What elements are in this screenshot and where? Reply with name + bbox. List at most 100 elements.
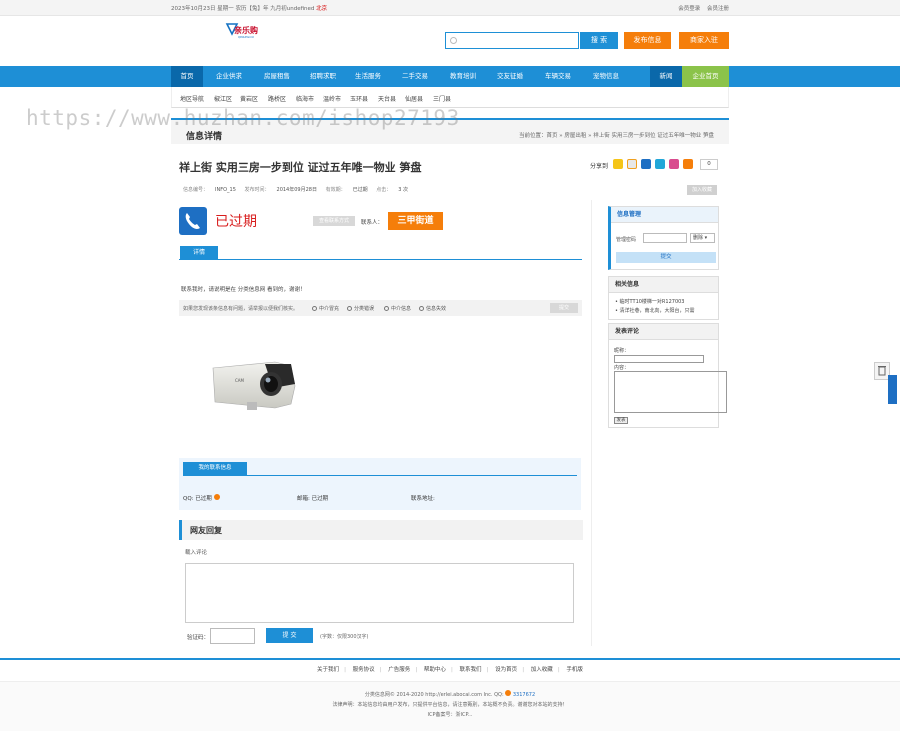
sidebar-manage-box: 信息管理 管理密码 删除 ▾ 提交: [608, 206, 719, 270]
share-qzone-icon[interactable]: [613, 159, 623, 169]
meta-date-label: 发布时间：: [244, 187, 270, 193]
nav-item-jobs[interactable]: 招聘求职: [301, 66, 345, 87]
manage-action-value: 删除: [693, 235, 704, 241]
content-textarea[interactable]: [614, 371, 727, 413]
share-weibo-icon[interactable]: [627, 159, 637, 169]
nav-item-business[interactable]: 企业供求: [205, 66, 253, 87]
footer-link-ads[interactable]: 广告服务: [388, 667, 410, 673]
region-item[interactable]: 天台县: [378, 94, 396, 103]
manage-submit-button[interactable]: 提交: [616, 252, 716, 263]
report-option-label: 中介冒充: [319, 306, 340, 312]
user-links: 会员登录 会员注册: [673, 4, 729, 12]
char-limit-note: (字数：仅限300汉字): [320, 634, 369, 640]
post-title: 祥上街 实用三房一步到位 证过五年唯一物业 笋盘: [179, 161, 422, 174]
footer-link-contact[interactable]: 联系我们: [460, 667, 482, 673]
share-renren-icon[interactable]: [641, 159, 651, 169]
contact-panel-line: [183, 475, 577, 476]
product-image: CAM: [205, 358, 300, 418]
meta-valid-value: 已过期: [352, 187, 368, 193]
footer-qq[interactable]: 3317672: [513, 692, 535, 698]
sidebar-related-title: 相关信息: [609, 277, 718, 293]
report-option-label: 中介信息: [391, 306, 412, 312]
report-row: 如果您发现该条信息有问题，请举报以便我们核实。 中介冒充 分类错误 中介信息 信…: [179, 300, 582, 316]
related-item[interactable]: • 清洋社巷，南北向，大阳台，只需: [615, 307, 695, 314]
addr-label: 联系地址:: [411, 496, 435, 502]
login-link[interactable]: 会员登录: [678, 6, 700, 12]
contact-panel: 我的联系信息 QQ: 已过期 邮箱: 已过期 联系地址:: [179, 458, 581, 510]
meta-views-value: 3 次: [398, 187, 408, 193]
contact-panel-tab[interactable]: 我的联系信息: [183, 462, 247, 475]
add-favorite-button[interactable]: 加入收藏: [687, 185, 717, 195]
search-button[interactable]: 搜 索: [580, 32, 618, 49]
register-link[interactable]: 会员注册: [707, 6, 729, 12]
share-kaixin-icon[interactable]: [669, 159, 679, 169]
footer-links: 关于我们 | 服务协议 | 广告服务 | 帮助中心 | 联系我们 | 设为首页 | 加入收藏…: [317, 667, 583, 673]
search-box[interactable]: [445, 32, 579, 49]
contact-notice: 联系我时，请说明是在 分类信息网 看到的，谢谢！: [181, 287, 306, 293]
contact-name: 三甲街道: [388, 212, 443, 230]
footer-link-favorite[interactable]: 加入收藏: [531, 667, 553, 673]
float-online-service[interactable]: [888, 375, 897, 404]
sidebar-related-box: 相关信息 • 临时TT10楼梯一对R127003 • 清洋社巷，南北向，大阳台，…: [608, 276, 719, 320]
qq-field: QQ: 已过期: [183, 494, 220, 502]
search-input[interactable]: [460, 34, 576, 47]
manage-password-input[interactable]: [643, 233, 687, 243]
region-item[interactable]: 椒江区: [214, 94, 232, 103]
footer-link-homepage[interactable]: 设为首页: [495, 667, 517, 673]
nav-item-life[interactable]: 生活服务: [345, 66, 391, 87]
report-option[interactable]: 分类错误: [347, 305, 374, 312]
report-option[interactable]: 中介信息: [384, 305, 411, 312]
nav-item-vehicles[interactable]: 车辆交易: [533, 66, 583, 87]
copyright-text: 分类信息网© 2014-2020 http://erlei.abocai.com…: [364, 692, 504, 698]
nav-item-secondhand[interactable]: 二手交易: [391, 66, 439, 87]
nav-item-housing[interactable]: 房屋租售: [253, 66, 301, 87]
main-nav: 首页 企业供求 房屋租售 招聘求职 生活服务 二手交易 教育培训 交友征婚 车辆…: [0, 66, 900, 87]
sidebar-manage-title: 信息管理: [611, 207, 718, 223]
manage-action-select[interactable]: 删除 ▾: [690, 233, 715, 243]
nickname-input[interactable]: [614, 355, 704, 363]
region-item[interactable]: 温岭市: [323, 94, 341, 103]
region-item[interactable]: 玉环县: [350, 94, 368, 103]
nickname-label: 昵称：: [614, 348, 630, 354]
qq-icon[interactable]: [213, 494, 220, 500]
breadcrumb[interactable]: 当前位置：首页 » 房屋出租 » 祥上街 实用三房一步到位 证过五年唯一物业 笋…: [519, 131, 714, 139]
region-item[interactable]: 黄岩区: [240, 94, 258, 103]
tab-detail[interactable]: 详情: [180, 246, 218, 259]
footer-icp[interactable]: ICP备案号：浙ICP...: [0, 710, 900, 720]
region-item[interactable]: 仙居县: [405, 94, 423, 103]
expired-status: 已过期: [215, 214, 257, 230]
report-submit-button[interactable]: 提交: [550, 303, 578, 313]
related-item[interactable]: • 临时TT10楼梯一对R127003: [615, 298, 685, 305]
sidebar-send-button[interactable]: 发表: [614, 417, 628, 424]
footer-link-terms[interactable]: 服务协议: [353, 667, 375, 673]
footer-link-about[interactable]: 关于我们: [317, 667, 339, 673]
nav-item-education[interactable]: 教育培训: [439, 66, 487, 87]
logo-subtext: QINLEGOU: [238, 35, 254, 39]
view-contact-button[interactable]: 查看联系方式: [313, 216, 355, 226]
share-icons: [613, 159, 697, 171]
nav-business-home[interactable]: 企业首页: [682, 66, 729, 87]
comment-textarea[interactable]: [185, 563, 574, 623]
region-item[interactable]: 路桥区: [268, 94, 286, 103]
nav-item-dating[interactable]: 交友征婚: [487, 66, 533, 87]
comment-submit-button[interactable]: 提 交: [266, 628, 313, 643]
nav-item-pets[interactable]: 宠物信息: [583, 66, 629, 87]
footer-copyright: 分类信息网© 2014-2020 http://erlei.abocai.com…: [0, 690, 900, 700]
share-tqq-icon[interactable]: [655, 159, 665, 169]
date-label: 2023年10月23日 星期一 农历【兔】年 九月初undefined: [171, 6, 315, 12]
nav-news[interactable]: 新闻: [650, 66, 682, 87]
radio-icon: [312, 306, 317, 311]
footer-link-mobile[interactable]: 手机版: [566, 667, 583, 673]
footer-link-help[interactable]: 帮助中心: [424, 667, 446, 673]
post-info-button[interactable]: 发布信息: [624, 32, 671, 49]
report-option[interactable]: 中介冒充: [312, 305, 339, 312]
site-logo[interactable]: 亲乐购 QINLEGOU: [225, 20, 265, 42]
captcha-input[interactable]: [210, 628, 255, 644]
nav-home[interactable]: 首页: [171, 66, 203, 87]
share-more-icon[interactable]: [683, 159, 693, 169]
date-text: 2023年10月23日 星期一 农历【兔】年 九月初undefined 北京: [171, 4, 327, 12]
merchant-join-button[interactable]: 商家入驻: [679, 32, 729, 49]
report-option[interactable]: 信息失效: [419, 305, 446, 312]
region-item[interactable]: 临海市: [296, 94, 314, 103]
region-item[interactable]: 三门县: [433, 94, 451, 103]
